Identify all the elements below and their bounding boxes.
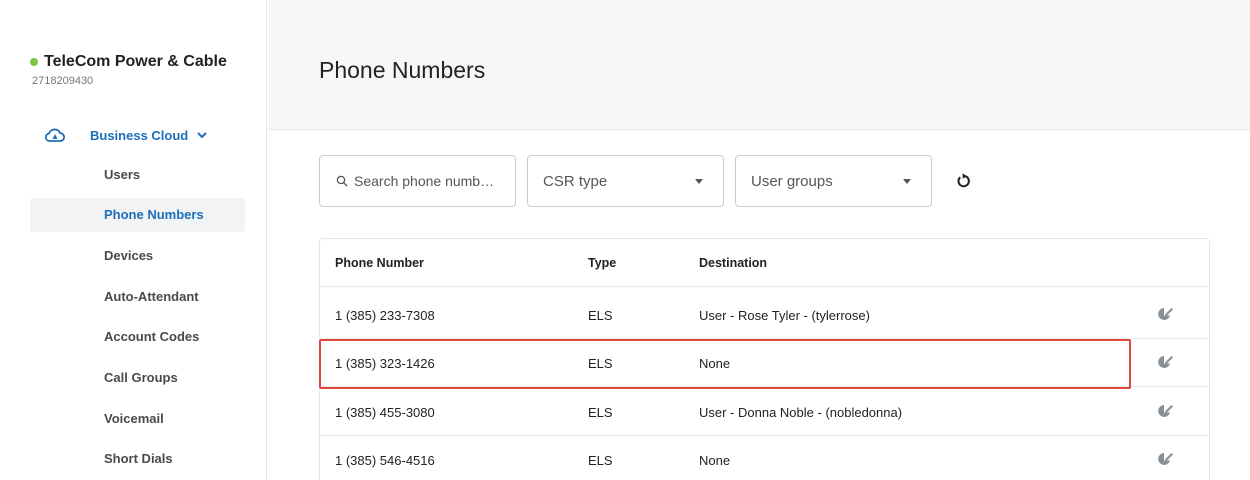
dropdown-caret-icon <box>695 179 703 184</box>
main-content: Phone Numbers CSR type User groups <box>268 0 1250 480</box>
section-label: Business Cloud <box>90 127 189 143</box>
edit-location-icon[interactable] <box>1156 305 1174 323</box>
sidebar-item-voicemail[interactable]: Voicemail <box>30 401 245 435</box>
column-header-type: Type <box>588 256 617 270</box>
sidebar-item-call-groups[interactable]: Call Groups <box>30 360 245 394</box>
type-cell: ELS <box>588 404 613 420</box>
phone-number-cell: 1 (385) 455-3080 <box>335 404 435 420</box>
reset-icon[interactable] <box>954 172 972 190</box>
chevron-down-icon[interactable] <box>194 127 210 143</box>
status-dot <box>30 58 38 66</box>
sidebar-item-auto-attendant[interactable]: Auto-Attendant <box>30 279 245 313</box>
table-row[interactable]: 1 (385) 323-1426 ELS None <box>320 339 1209 387</box>
org-name-row: TeleCom Power & Cable <box>30 53 227 71</box>
phone-number-cell: 1 (385) 323-1426 <box>335 355 435 371</box>
sidebar-section-business-cloud[interactable]: Business Cloud <box>44 124 244 146</box>
destination-cell: None <box>699 452 731 468</box>
search-icon <box>336 175 348 187</box>
type-cell: ELS <box>588 452 613 468</box>
table-row[interactable]: 1 (385) 233-7308 ELS User - Rose Tyler -… <box>320 291 1209 339</box>
sidebar: TeleCom Power & Cable 2718209430 Busines… <box>0 0 267 480</box>
org-info: TeleCom Power & Cable 2718209430 <box>30 53 227 87</box>
cloud-icon <box>44 126 66 144</box>
table-row[interactable]: 1 (385) 546-4516 ELS None <box>320 436 1209 480</box>
dropdown-caret-icon <box>903 179 911 184</box>
phone-number-cell: 1 (385) 233-7308 <box>335 307 435 323</box>
edit-location-icon[interactable] <box>1156 353 1174 371</box>
search-field[interactable] <box>319 155 516 207</box>
edit-location-icon[interactable] <box>1156 450 1174 468</box>
column-header-phone-number: Phone Number <box>335 256 424 270</box>
type-cell: ELS <box>588 355 613 371</box>
type-cell: ELS <box>588 307 613 323</box>
destination-cell: User - Rose Tyler - (tylerrose) <box>699 307 870 323</box>
page-title: Phone Numbers <box>319 57 486 83</box>
destination-cell: User - Donna Noble - (nobledonna) <box>699 404 903 420</box>
phone-number-cell: 1 (385) 546-4516 <box>335 452 435 468</box>
search-input[interactable] <box>354 173 514 189</box>
phone-numbers-table: Phone Number Type Destination 1 (385) 23… <box>319 238 1210 480</box>
sidebar-item-users[interactable]: Users <box>30 157 245 191</box>
table-row[interactable]: 1 (385) 455-3080 ELS User - Donna Noble … <box>320 388 1209 436</box>
csr-type-label: CSR type <box>543 172 608 190</box>
org-name: TeleCom Power & Cable <box>44 53 227 70</box>
user-groups-select[interactable]: User groups <box>735 155 932 207</box>
sidebar-item-account-codes[interactable]: Account Codes <box>30 320 245 354</box>
csr-type-select[interactable]: CSR type <box>527 155 724 207</box>
sidebar-item-short-dials[interactable]: Short Dials <box>30 442 245 476</box>
sidebar-item-devices[interactable]: Devices <box>30 238 245 272</box>
user-groups-label: User groups <box>751 172 833 190</box>
edit-location-icon[interactable] <box>1156 402 1174 420</box>
page-header: Phone Numbers <box>268 0 1250 130</box>
destination-cell: None <box>699 355 731 371</box>
org-id: 2718209430 <box>32 75 94 87</box>
filter-bar: CSR type User groups <box>319 155 972 207</box>
sidebar-nav: Users Phone Numbers Devices Auto-Attenda… <box>30 157 245 480</box>
app-root: TeleCom Power & Cable 2718209430 Busines… <box>0 0 1250 480</box>
column-header-destination: Destination <box>699 256 768 270</box>
sidebar-item-phone-numbers[interactable]: Phone Numbers <box>30 197 245 232</box>
table-header-row: Phone Number Type Destination <box>320 239 1209 287</box>
